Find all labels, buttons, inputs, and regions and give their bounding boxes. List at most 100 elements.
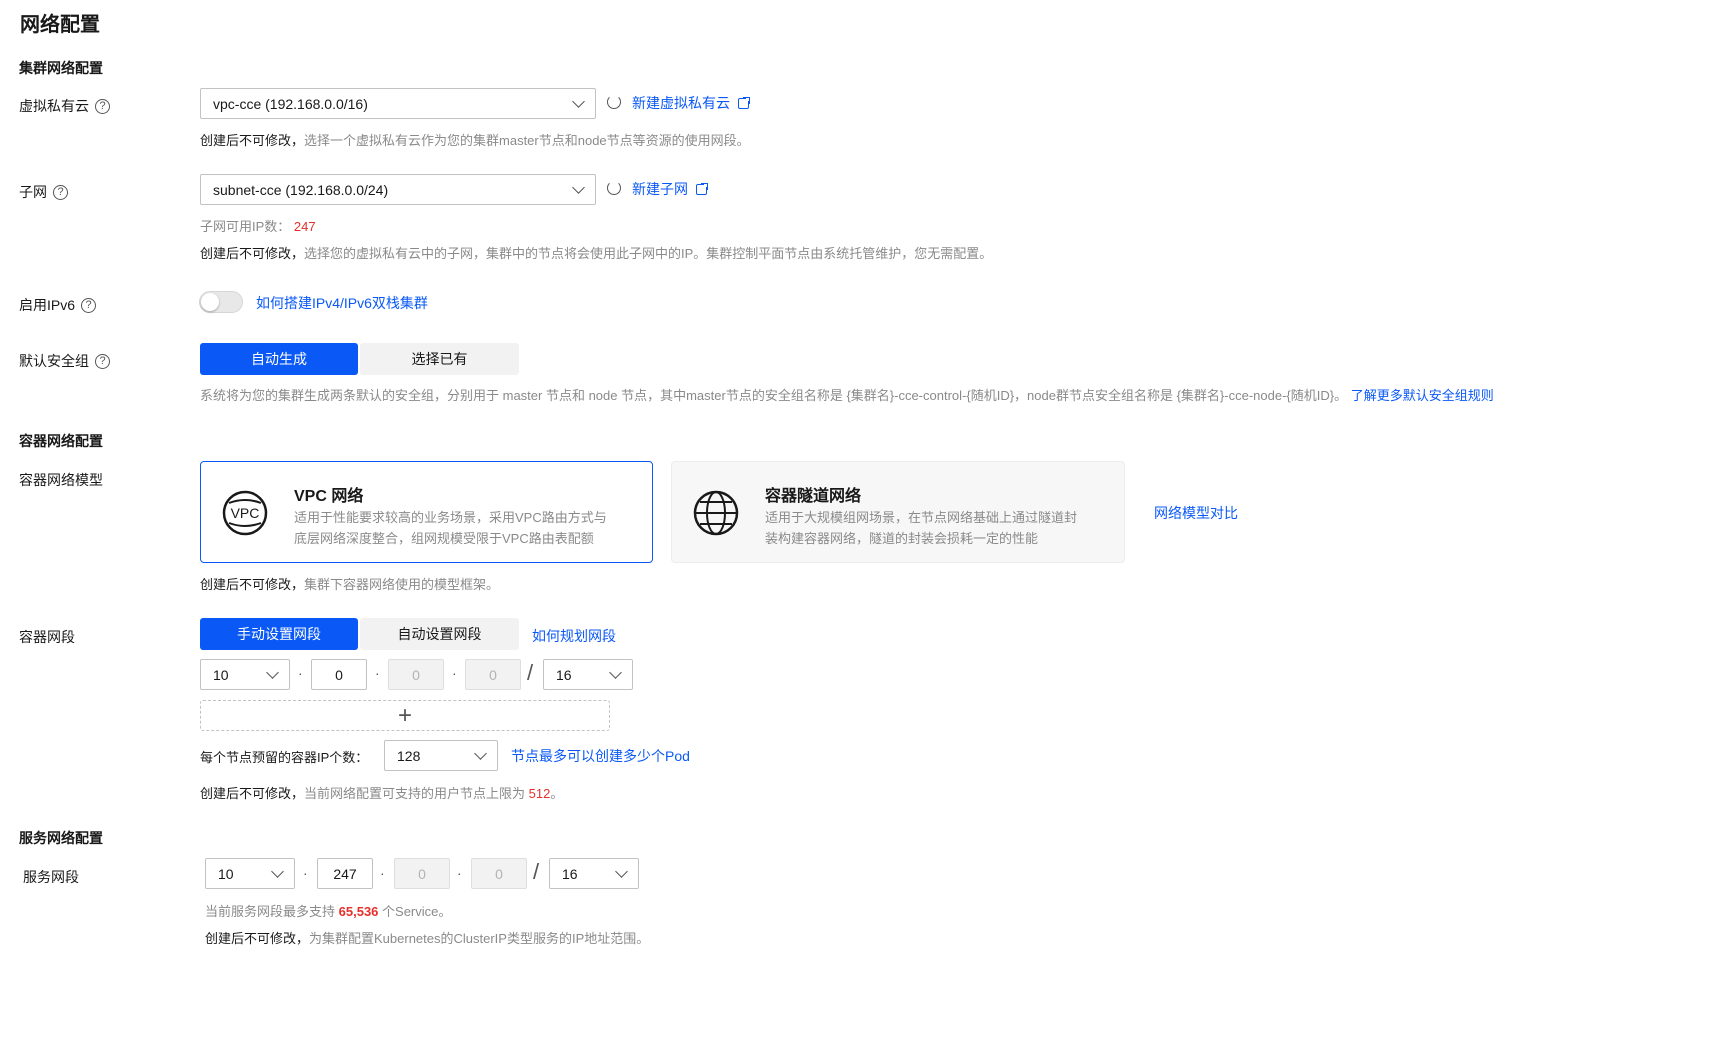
service-support-text: 当前服务网段最多支持 65,536 个Service。 (205, 901, 451, 920)
cidr-hint-bold: 创建后不可修改， (200, 786, 305, 801)
help-icon[interactable]: ? (81, 297, 97, 313)
vpc-label: 虚拟私有云 ? (19, 96, 110, 116)
ipv6-toggle[interactable] (199, 291, 243, 313)
tunnel-network-card[interactable]: 容器隧道网络 适用于大规模组网场景，在节点网络基础上通过隧道封 装构建容器网络，… (671, 461, 1125, 563)
service-octet4-input: 0 (471, 858, 527, 889)
chevron-down-icon (266, 666, 279, 679)
tunnel-card-desc-line1: 适用于大规模组网场景，在节点网络基础上通过隧道封 (765, 510, 1078, 525)
chevron-down-icon (615, 865, 628, 878)
network-model-label: 容器网络模型 (19, 472, 103, 488)
chevron-down-icon (474, 747, 487, 760)
service-hint-text: 为集群配置Kubernetes的ClusterIP类型服务的IP地址范围。 (309, 931, 650, 946)
page-title: 网络配置 (20, 14, 100, 36)
cidr-hint-value: 512 (528, 786, 551, 801)
ip-dot: · (380, 865, 385, 881)
service-cidr-label: 服务网段 (23, 869, 79, 885)
new-vpc-link[interactable]: 新建虚拟私有云 (632, 93, 751, 113)
vpc-icon-text: VPC (231, 505, 260, 521)
security-group-auto-option[interactable]: 自动生成 (200, 343, 358, 375)
network-model-compare-link[interactable]: 网络模型对比 (1154, 503, 1238, 523)
vpc-network-icon: VPC (222, 490, 268, 536)
service-support-value: 65,536 (338, 904, 379, 919)
vpc-hint-bold: 创建后不可修改， (200, 133, 305, 148)
service-support-suffix: 个Service。 (382, 904, 452, 919)
ip-dot: · (303, 865, 308, 881)
per-node-ip-label: 每个节点预留的容器IP个数： (200, 750, 369, 765)
refresh-icon[interactable] (607, 181, 621, 195)
per-node-ip-value: 128 (397, 747, 421, 764)
cidr-octet2-input[interactable]: 0 (311, 659, 367, 690)
service-octet3-input: 0 (394, 858, 450, 889)
vpc-label-text: 虚拟私有云 (19, 98, 89, 114)
chevron-down-icon (609, 666, 622, 679)
vpc-card-desc-line2: 底层网络深度整合，组网规模受限于VPC路由表配额 (294, 531, 594, 546)
cidr-manual-option[interactable]: 手动设置网段 (200, 618, 358, 650)
cluster-network-section-title: 集群网络配置 (19, 60, 103, 76)
chevron-down-icon (271, 865, 284, 878)
network-model-hint: 创建后不可修改，集群下容器网络使用的模型框架。 (200, 574, 499, 593)
vpc-card-title: VPC 网络 (294, 488, 364, 505)
cidr-octet1-select[interactable]: 10 (200, 659, 290, 690)
security-group-existing-option[interactable]: 选择已有 (360, 343, 519, 375)
cidr-mask-value: 16 (556, 666, 572, 683)
max-pod-link[interactable]: 节点最多可以创建多少个Pod (511, 746, 690, 766)
help-icon[interactable]: ? (95, 353, 110, 369)
add-cidr-button[interactable]: + (200, 700, 610, 731)
subnet-available-value: 247 (293, 219, 316, 234)
cidr-mask-select[interactable]: 16 (543, 659, 633, 690)
cidr-plan-link[interactable]: 如何规划网段 (532, 626, 616, 646)
ip-dot: · (457, 865, 462, 881)
security-group-label: 默认安全组 ? (19, 351, 110, 371)
service-mask-value: 16 (562, 865, 578, 882)
cidr-octet4-input: 0 (465, 659, 521, 690)
external-link-icon (738, 95, 751, 109)
help-icon[interactable]: ? (53, 184, 68, 200)
vpc-hint-text: 选择一个虚拟私有云作为您的集群master节点和node节点等资源的使用网段。 (304, 133, 750, 148)
security-group-hint-text: 系统将为您的集群生成两条默认的安全组，分别用于 master 节点和 node … (200, 388, 1348, 403)
tunnel-card-desc: 适用于大规模组网场景，在节点网络基础上通过隧道封 装构建容器网络，隧道的封装会损… (765, 507, 1077, 549)
globe-icon (693, 490, 739, 536)
subnet-select[interactable]: subnet-cce (192.168.0.0/24) (200, 174, 596, 205)
security-group-label-text: 默认安全组 (19, 353, 89, 369)
subnet-hint-bold: 创建后不可修改， (200, 246, 305, 261)
refresh-icon[interactable] (607, 95, 621, 109)
service-octet1-value: 10 (218, 865, 234, 882)
vpc-card-desc: 适用于性能要求较高的业务场景，采用VPC路由方式与 底层网络深度整合，组网规模受… (294, 507, 607, 549)
container-network-section-title: 容器网络配置 (19, 433, 103, 449)
mask-slash: / (527, 660, 534, 685)
service-mask-select[interactable]: 16 (549, 858, 639, 889)
vpc-select-value: vpc-cce (192.168.0.0/16) (213, 95, 368, 112)
ip-dot: · (375, 665, 380, 681)
cidr-hint-text: 当前网络配置可支持的用户节点上限为 (304, 786, 526, 801)
network-model-hint-bold: 创建后不可修改， (200, 577, 305, 592)
ip-dot: · (452, 665, 457, 681)
network-model-hint-text: 集群下容器网络使用的模型框架。 (304, 577, 500, 592)
service-support-prefix: 当前服务网段最多支持 (205, 904, 336, 919)
vpc-card-desc-line1: 适用于性能要求较高的业务场景，采用VPC路由方式与 (294, 510, 607, 525)
service-octet1-select[interactable]: 10 (205, 858, 295, 889)
external-link-icon (696, 181, 709, 195)
chevron-down-icon (572, 95, 585, 108)
per-node-ip-select[interactable]: 128 (384, 740, 498, 771)
new-subnet-link[interactable]: 新建子网 (632, 179, 709, 199)
new-vpc-link-text: 新建虚拟私有云 (632, 95, 730, 111)
subnet-hint: 创建后不可修改，选择您的虚拟私有云中的子网，集群中的节点将会使用此子网中的IP。… (200, 243, 992, 262)
security-group-hint: 系统将为您的集群生成两条默认的安全组，分别用于 master 节点和 node … (200, 385, 1494, 404)
service-octet2-input[interactable]: 247 (317, 858, 373, 889)
cidr-auto-option[interactable]: 自动设置网段 (360, 618, 519, 650)
subnet-label-text: 子网 (19, 184, 47, 200)
vpc-select[interactable]: vpc-cce (192.168.0.0/16) (200, 88, 596, 119)
plus-icon: + (397, 701, 412, 729)
tunnel-card-desc-line2: 装构建容器网络，隧道的封装会损耗一定的性能 (765, 531, 1039, 546)
service-hint-bold: 创建后不可修改， (205, 931, 310, 946)
ipv6-label-text: 启用IPv6 (19, 297, 76, 313)
help-icon[interactable]: ? (95, 98, 110, 114)
tunnel-card-title: 容器隧道网络 (765, 488, 862, 505)
ipv6-dual-stack-link[interactable]: 如何搭建IPv4/IPv6双栈集群 (256, 293, 428, 313)
subnet-select-value: subnet-cce (192.168.0.0/24) (213, 181, 389, 198)
vpc-network-card[interactable]: VPC VPC 网络 适用于性能要求较高的业务场景，采用VPC路由方式与 底层网… (200, 461, 653, 563)
vpc-hint: 创建后不可修改，选择一个虚拟私有云作为您的集群master节点和node节点等资… (200, 130, 750, 149)
chevron-down-icon (572, 181, 585, 194)
container-cidr-label: 容器网段 (19, 629, 75, 645)
security-group-rules-link[interactable]: 了解更多默认安全组规则 (1351, 388, 1494, 403)
